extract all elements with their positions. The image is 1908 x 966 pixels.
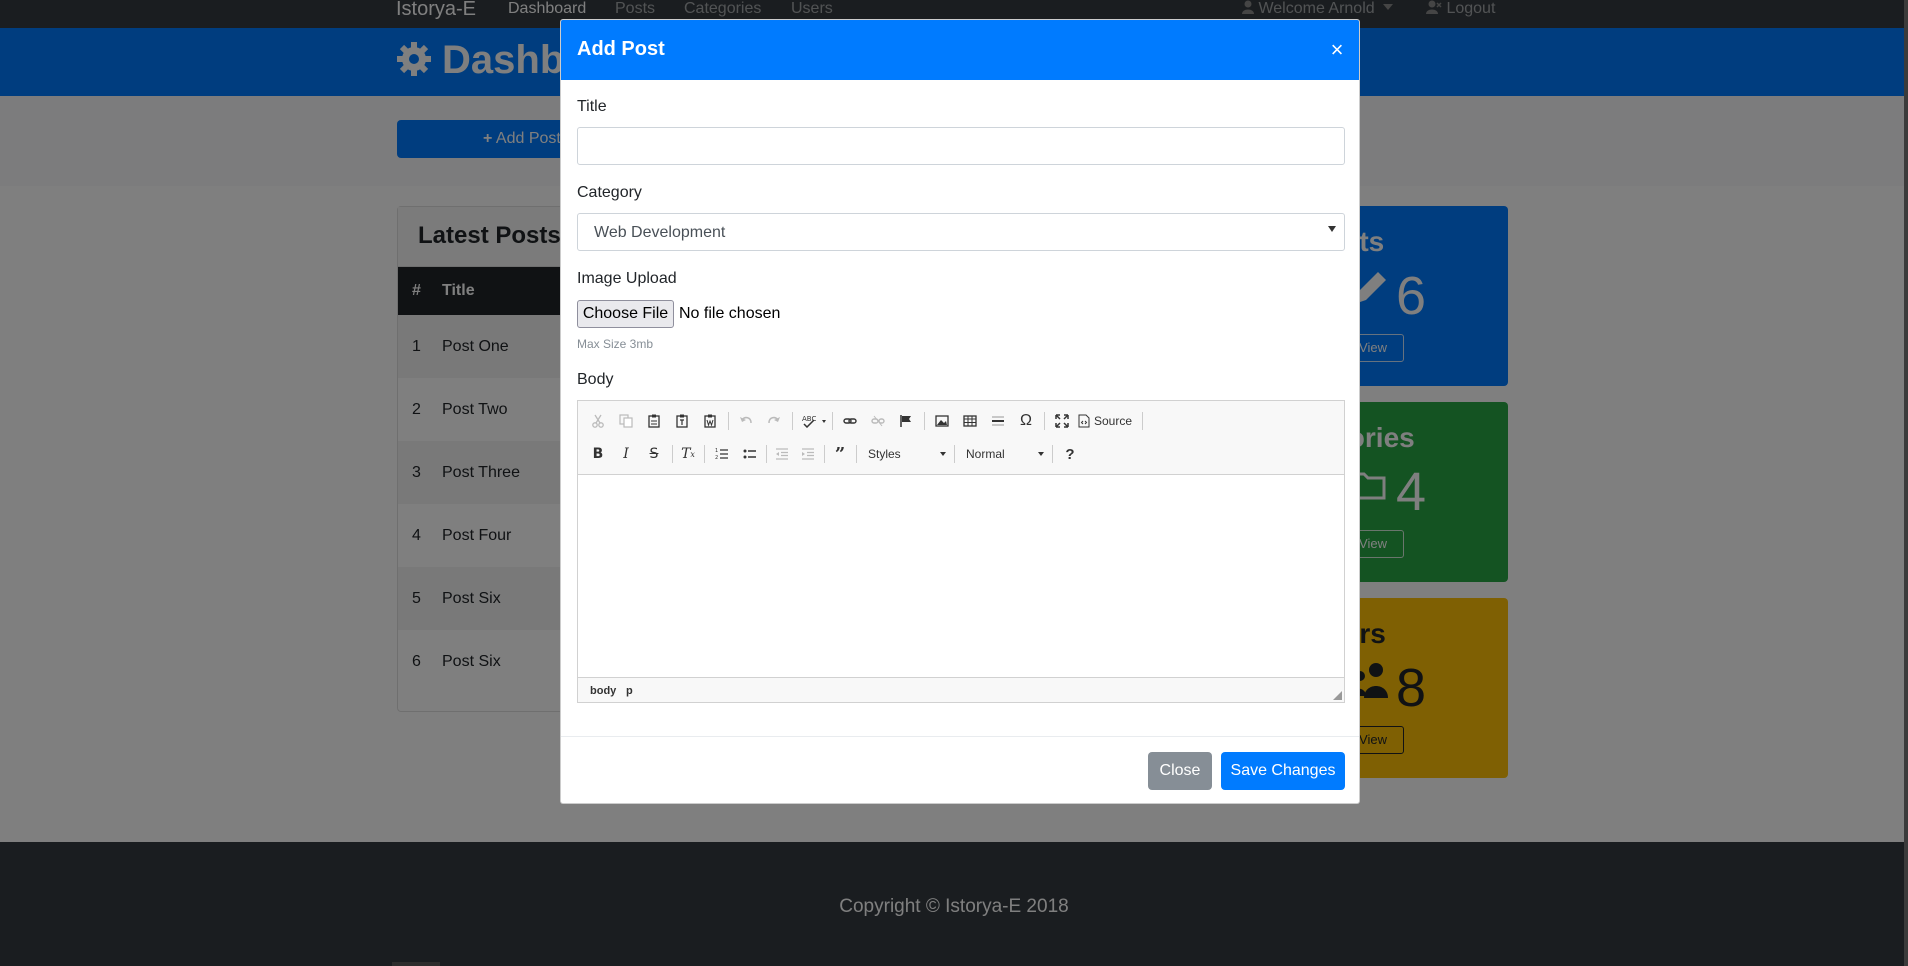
italic-icon[interactable]: I [614,442,638,466]
paste-icon[interactable] [642,409,666,433]
element-path-body[interactable]: body [590,685,616,697]
category-selected-value: Web Development [594,224,726,241]
page-scrollbar[interactable] [1904,0,1908,966]
modal-header: Add Post × [561,20,1359,80]
caret-down-icon [1038,452,1044,456]
toolbar-separator [1052,445,1053,463]
close-icon[interactable]: × [1327,39,1347,61]
toolbar-separator [954,445,955,463]
help-icon[interactable]: ? [1058,442,1082,466]
source-icon [1078,414,1090,428]
undo-icon[interactable] [734,409,758,433]
special-char-icon[interactable]: Ω [1014,409,1038,433]
cut-icon[interactable] [586,409,610,433]
numbered-list-icon[interactable]: 12 [710,442,734,466]
caret-down-icon [1328,226,1336,232]
body-label: Body [577,371,614,388]
bold-icon[interactable]: B [586,442,610,466]
copy-icon[interactable] [614,409,638,433]
horizontal-line-icon[interactable] [986,409,1010,433]
resize-handle[interactable] [1333,691,1342,700]
caret-down-icon [940,452,946,456]
image-icon[interactable] [930,409,954,433]
svg-text:2: 2 [715,455,718,461]
toolbar-separator [728,412,729,430]
modal-footer-divider [561,736,1359,737]
toolbar-separator [856,445,857,463]
toolbar-separator [924,412,925,430]
toolbar-separator [1044,412,1045,430]
spellcheck-icon[interactable]: ABC [800,409,830,433]
svg-text:1: 1 [715,448,718,454]
category-select[interactable]: Web Development [577,213,1345,251]
toolbar-separator [832,412,833,430]
table-icon[interactable] [958,409,982,433]
styles-label: Styles [868,447,901,461]
remove-format-icon[interactable]: Tx [676,442,700,466]
link-icon[interactable] [838,409,862,433]
toolbar-separator [672,445,673,463]
modal-title: Add Post [577,38,665,60]
toolbar-separator [1142,412,1143,430]
file-status: No file chosen [679,305,781,322]
outdent-icon[interactable] [770,442,794,466]
title-input[interactable] [577,127,1345,165]
close-button[interactable]: Close [1148,752,1212,790]
toolbar-separator [792,412,793,430]
strikethrough-icon[interactable]: S [642,442,666,466]
maximize-icon[interactable] [1050,409,1074,433]
toolbar-separator [766,445,767,463]
rich-text-editor: ABC Ω Source B I S T x 1 2 ” Styles Norm… [577,400,1345,703]
save-changes-button[interactable]: Save Changes [1221,752,1345,790]
editor-toolbar: ABC Ω Source B I S T x 1 2 ” Styles Norm… [578,401,1344,475]
source-button[interactable]: Source [1078,409,1140,433]
toolbar-separator [824,445,825,463]
add-post-modal: Add Post × Title Category Web Developmen… [560,19,1360,804]
image-upload-label: Image Upload [577,270,677,287]
max-size-hint: Max Size 3mb [577,337,654,351]
paste-text-icon[interactable] [670,409,694,433]
choose-file-button[interactable]: Choose File [577,300,674,328]
title-label: Title [577,98,607,115]
editor-status-bar: body p [578,677,1344,702]
element-path-p[interactable]: p [626,685,633,697]
toolbar-separator [704,445,705,463]
paste-word-icon[interactable] [698,409,722,433]
redo-icon[interactable] [762,409,786,433]
source-label: Source [1094,414,1133,428]
format-label: Normal [966,447,1005,461]
styles-dropdown[interactable]: Styles [868,443,946,465]
category-label: Category [577,184,642,201]
unlink-icon[interactable] [866,409,890,433]
bulleted-list-icon[interactable] [738,442,762,466]
svg-text:ABC: ABC [802,415,816,423]
editor-content-area[interactable] [578,475,1344,677]
anchor-flag-icon[interactable] [894,409,918,433]
format-dropdown[interactable]: Normal [966,443,1044,465]
blockquote-icon[interactable]: ” [828,442,852,466]
indent-icon[interactable] [796,442,820,466]
